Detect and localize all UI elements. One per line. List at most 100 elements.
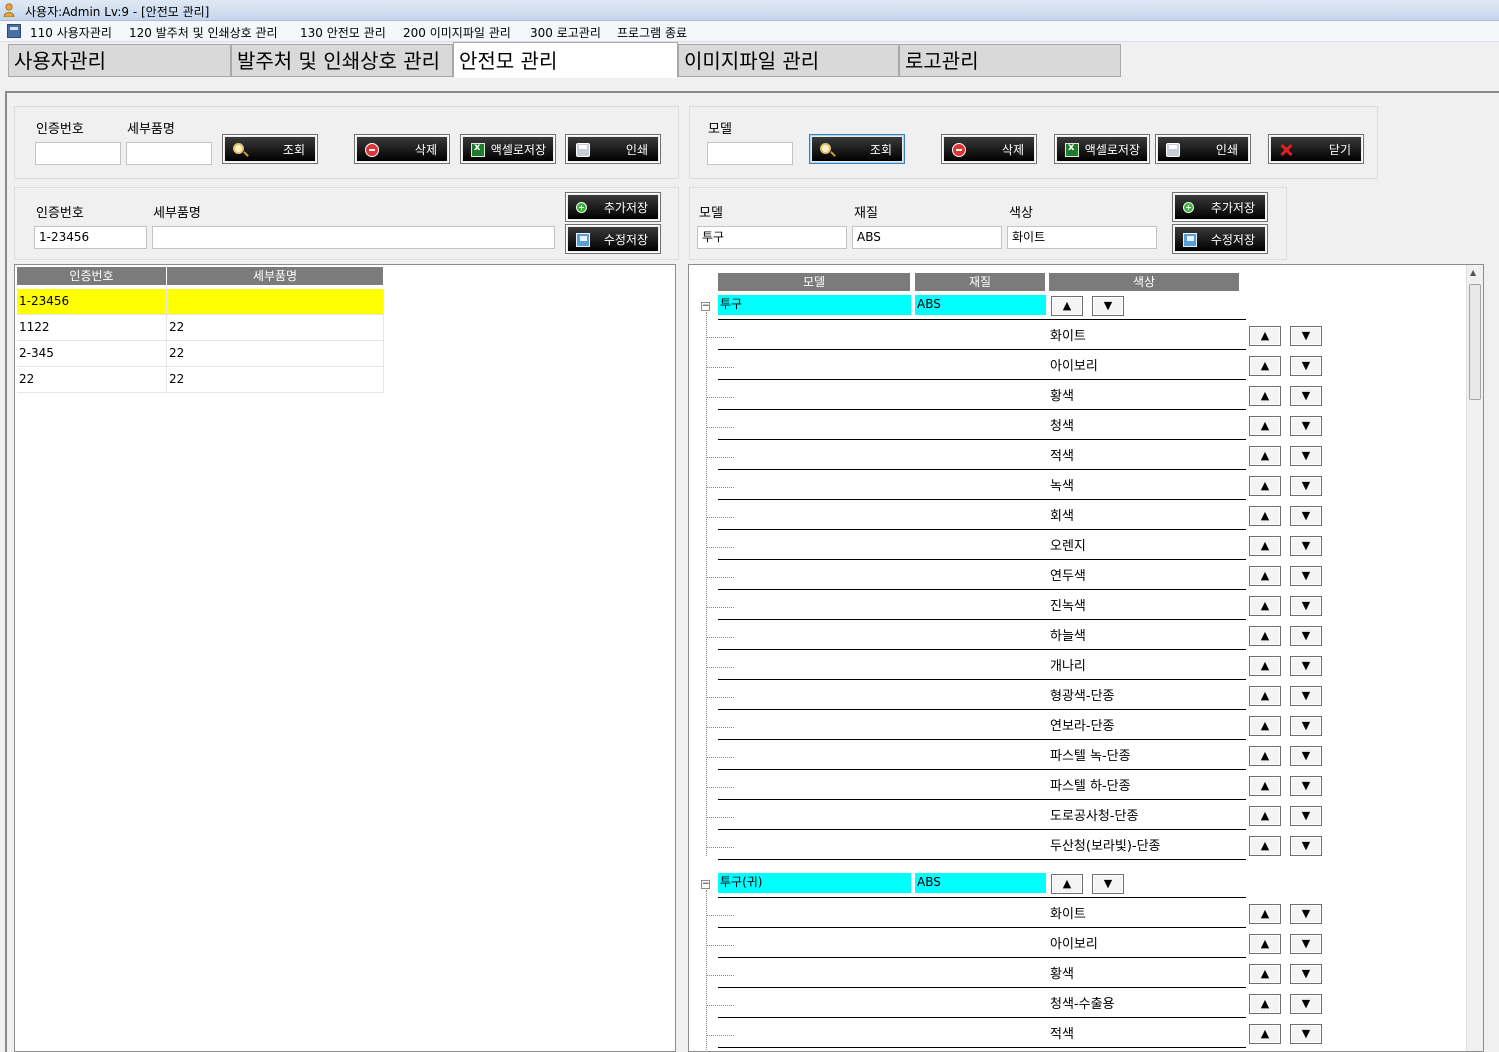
tree-color-item[interactable]: 파스텔 하-단종 xyxy=(1050,775,1131,794)
color-move-up-button[interactable]: ▲ xyxy=(1249,536,1281,556)
left-grid-cell-cert[interactable]: 1122 xyxy=(17,315,167,341)
menu-image-file-management[interactable]: 200 이미지파일 관리 xyxy=(403,24,511,41)
tree-color-item[interactable]: 두산청(보라빛)-단종 xyxy=(1050,835,1161,854)
tab-logo-management[interactable]: 로고관리 xyxy=(899,44,1121,77)
left-delete-button[interactable]: 삭제 xyxy=(354,134,450,164)
tree-color-item[interactable]: 아이보리 xyxy=(1050,355,1098,374)
color-move-up-button[interactable]: ▲ xyxy=(1249,686,1281,706)
material-edit-input[interactable]: ABS xyxy=(852,226,1002,249)
right-print-button[interactable]: 인쇄 xyxy=(1155,134,1251,164)
color-move-up-button[interactable]: ▲ xyxy=(1249,476,1281,496)
tree-color-item[interactable]: 녹색 xyxy=(1050,475,1074,494)
tree-color-item[interactable]: 화이트 xyxy=(1050,903,1086,922)
left-grid-cell-detail[interactable]: 22 xyxy=(167,315,384,341)
color-move-up-button[interactable]: ▲ xyxy=(1249,506,1281,526)
tree-group-material[interactable]: ABS xyxy=(915,873,1046,893)
model-search-input[interactable] xyxy=(707,142,793,165)
color-move-up-button[interactable]: ▲ xyxy=(1249,656,1281,676)
menu-client-printer-management[interactable]: 120 발주처 및 인쇄상호 관리 xyxy=(129,24,278,41)
color-edit-input[interactable]: 화이트 xyxy=(1007,226,1157,249)
color-move-down-button[interactable]: ▼ xyxy=(1290,326,1322,346)
color-move-down-button[interactable]: ▼ xyxy=(1290,716,1322,736)
group-move-down-button[interactable]: ▼ xyxy=(1092,296,1124,316)
right-add-save-button[interactable]: 추가저장 xyxy=(1172,192,1268,222)
color-move-up-button[interactable]: ▲ xyxy=(1249,596,1281,616)
collapse-icon[interactable]: − xyxy=(701,880,710,889)
color-move-down-button[interactable]: ▼ xyxy=(1290,994,1322,1014)
collapse-icon[interactable]: − xyxy=(701,302,710,311)
color-move-down-button[interactable]: ▼ xyxy=(1290,904,1322,924)
color-move-up-button[interactable]: ▲ xyxy=(1249,904,1281,924)
tree-group-model[interactable]: 투구(귀) xyxy=(718,873,911,893)
menu-exit-program[interactable]: 프로그램 종료 xyxy=(617,24,687,41)
color-move-down-button[interactable]: ▼ xyxy=(1290,686,1322,706)
color-move-down-button[interactable]: ▼ xyxy=(1290,506,1322,526)
right-delete-button[interactable]: 삭제 xyxy=(941,134,1037,164)
right-grid-header-color[interactable]: 색상 xyxy=(1049,273,1240,291)
tab-user-management[interactable]: 사용자관리 xyxy=(8,44,231,77)
tree-color-item[interactable]: 청색-수출용 xyxy=(1050,993,1115,1012)
tree-color-item[interactable]: 적색 xyxy=(1050,1023,1074,1042)
tab-helmet-management[interactable]: 안전모 관리 xyxy=(453,42,678,78)
left-grid-cell-cert[interactable]: 2-345 xyxy=(17,341,167,367)
right-grid-header-material[interactable]: 재질 xyxy=(915,273,1046,291)
color-move-up-button[interactable]: ▲ xyxy=(1249,934,1281,954)
tree-color-item[interactable]: 오렌지 xyxy=(1050,535,1086,554)
close-button[interactable]: 닫기 xyxy=(1268,134,1364,164)
color-move-up-button[interactable]: ▲ xyxy=(1249,626,1281,646)
color-move-up-button[interactable]: ▲ xyxy=(1249,386,1281,406)
left-search-button[interactable]: 조회 xyxy=(222,134,318,164)
color-move-down-button[interactable]: ▼ xyxy=(1290,806,1322,826)
tree-color-item[interactable]: 회색 xyxy=(1050,505,1074,524)
color-move-down-button[interactable]: ▼ xyxy=(1290,1024,1322,1044)
right-excel-save-button[interactable]: 액셀로저장 xyxy=(1054,134,1150,164)
tree-color-item[interactable]: 개나리 xyxy=(1050,655,1086,674)
color-move-down-button[interactable]: ▼ xyxy=(1290,934,1322,954)
color-move-up-button[interactable]: ▲ xyxy=(1249,806,1281,826)
tree-color-item[interactable]: 적색 xyxy=(1050,445,1074,464)
cert-number-search-input[interactable] xyxy=(35,142,121,165)
color-move-up-button[interactable]: ▲ xyxy=(1249,1024,1281,1044)
left-grid-header-detail[interactable]: 세부품명 xyxy=(167,267,384,285)
tab-image-file-management[interactable]: 이미지파일 관리 xyxy=(678,44,899,77)
model-edit-input[interactable]: 투구 xyxy=(697,226,847,249)
scroll-up-icon[interactable]: ▲ xyxy=(1470,268,1476,277)
color-move-up-button[interactable]: ▲ xyxy=(1249,356,1281,376)
document-icon[interactable] xyxy=(7,24,21,38)
tree-color-item[interactable]: 진녹색 xyxy=(1050,595,1086,614)
color-move-down-button[interactable]: ▼ xyxy=(1290,536,1322,556)
color-move-down-button[interactable]: ▼ xyxy=(1290,626,1322,646)
tree-color-item[interactable]: 도로공사청-단종 xyxy=(1050,805,1138,824)
color-move-down-button[interactable]: ▼ xyxy=(1290,596,1322,616)
tab-client-printer-management[interactable]: 발주처 및 인쇄상호 관리 xyxy=(231,44,453,77)
tree-color-item[interactable]: 하늘색 xyxy=(1050,625,1086,644)
left-grid-cell-cert[interactable]: 22 xyxy=(17,367,167,393)
color-move-down-button[interactable]: ▼ xyxy=(1290,964,1322,984)
right-grid-header-model[interactable]: 모델 xyxy=(718,273,911,291)
tree-color-item[interactable]: 화이트 xyxy=(1050,325,1086,344)
color-move-down-button[interactable]: ▼ xyxy=(1290,776,1322,796)
left-add-save-button[interactable]: 추가저장 xyxy=(565,192,661,222)
color-move-down-button[interactable]: ▼ xyxy=(1290,416,1322,436)
color-move-up-button[interactable]: ▲ xyxy=(1249,416,1281,436)
color-move-up-button[interactable]: ▲ xyxy=(1249,836,1281,856)
color-move-up-button[interactable]: ▲ xyxy=(1249,326,1281,346)
left-grid-cell-cert[interactable]: 1-23456 xyxy=(17,289,167,315)
left-print-button[interactable]: 인쇄 xyxy=(565,134,661,164)
tree-color-item[interactable]: 아이보리 xyxy=(1050,933,1098,952)
group-move-down-button[interactable]: ▼ xyxy=(1092,874,1124,894)
menu-user-management[interactable]: 110 사용자관리 xyxy=(30,24,112,41)
color-move-down-button[interactable]: ▼ xyxy=(1290,386,1322,406)
group-move-up-button[interactable]: ▲ xyxy=(1051,296,1083,316)
left-excel-save-button[interactable]: 액셀로저장 xyxy=(460,134,556,164)
color-move-up-button[interactable]: ▲ xyxy=(1249,994,1281,1014)
tree-color-item[interactable]: 청색 xyxy=(1050,415,1074,434)
left-grid-header-cert[interactable]: 인증번호 xyxy=(17,267,167,285)
group-move-up-button[interactable]: ▲ xyxy=(1051,874,1083,894)
tree-color-item[interactable]: 황색 xyxy=(1050,385,1074,404)
left-grid-cell-detail[interactable] xyxy=(167,289,384,315)
tree-group-model[interactable]: 투구 xyxy=(718,295,911,315)
color-move-down-button[interactable]: ▼ xyxy=(1290,356,1322,376)
color-move-down-button[interactable]: ▼ xyxy=(1290,446,1322,466)
left-grid-cell-detail[interactable]: 22 xyxy=(167,367,384,393)
